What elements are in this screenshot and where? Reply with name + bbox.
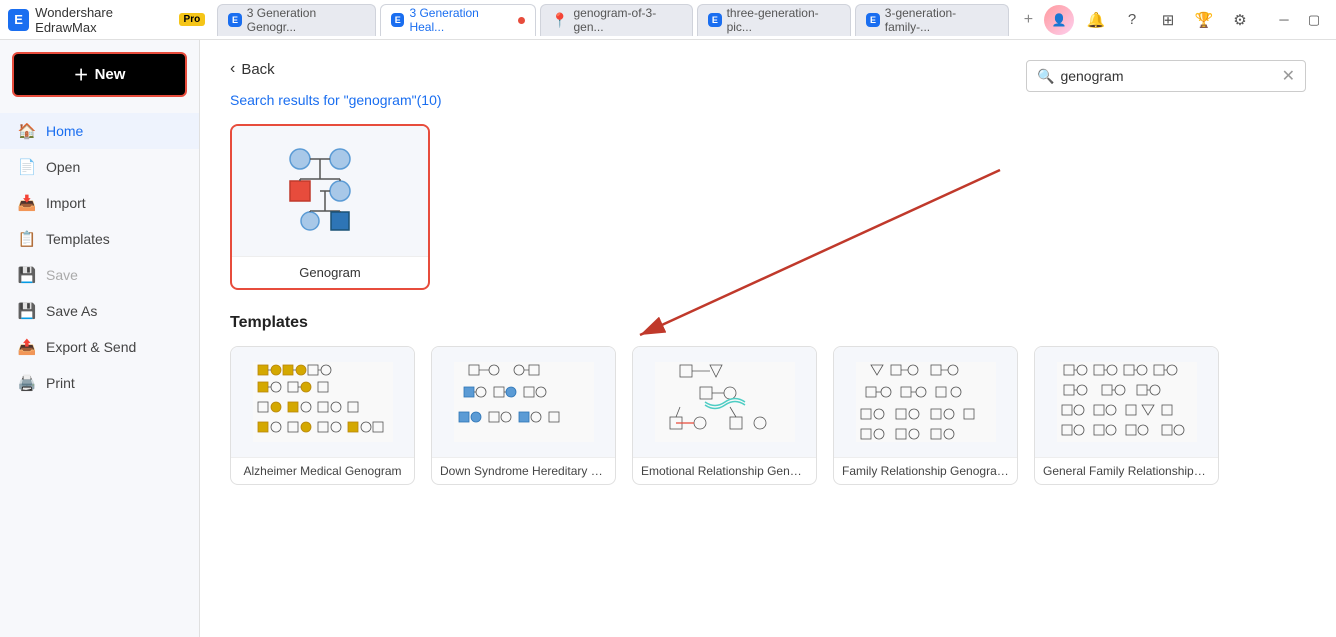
- genogram-preview: [232, 126, 428, 256]
- sidebar: ＋ New 🏠 Home 📄 Open 📥 Import 📋 Templates…: [0, 40, 200, 637]
- templates-section-title: Templates: [230, 314, 1306, 332]
- search-input[interactable]: [1060, 68, 1281, 84]
- family-rel-label: Family Relationship Genogram ...: [834, 457, 1017, 484]
- general-family-svg: [1052, 357, 1202, 447]
- sidebar-item-print-label: Print: [46, 375, 75, 391]
- down-syndrome-label: Down Syndrome Hereditary Me...: [432, 457, 615, 484]
- import-icon: 📥: [18, 194, 36, 212]
- sidebar-item-open-label: Open: [46, 159, 80, 175]
- template-card-alzheimer[interactable]: Alzheimer Medical Genogram: [230, 346, 415, 485]
- sidebar-item-templates[interactable]: 📋 Templates: [0, 221, 199, 257]
- tab-5-icon: E: [866, 13, 880, 27]
- genogram-svg: [270, 141, 390, 241]
- sidebar-item-home[interactable]: 🏠 Home: [0, 113, 199, 149]
- sidebar-item-open[interactable]: 📄 Open: [0, 149, 199, 185]
- print-icon: 🖨️: [18, 374, 36, 392]
- grid-icon[interactable]: ⊞: [1154, 6, 1182, 34]
- tab-2-dot: [518, 17, 525, 24]
- templates-icon: 📋: [18, 230, 36, 248]
- genogram-card-label: Genogram: [232, 256, 428, 288]
- alzheimer-label: Alzheimer Medical Genogram: [231, 457, 414, 484]
- back-arrow-icon: ‹: [230, 60, 235, 78]
- avatar[interactable]: 👤: [1044, 5, 1074, 35]
- app-logo: E Wondershare EdrawMax Pro: [8, 5, 205, 35]
- export-icon: 📤: [18, 338, 36, 356]
- clear-search-button[interactable]: ✕: [1282, 66, 1295, 86]
- sidebar-item-home-label: Home: [46, 123, 83, 139]
- general-family-preview: [1035, 347, 1218, 457]
- sidebar-item-saveas-label: Save As: [46, 303, 97, 319]
- tab-4[interactable]: E three-generation-pic...: [697, 4, 851, 36]
- new-label: New: [95, 66, 126, 83]
- sidebar-item-templates-label: Templates: [46, 231, 110, 247]
- pro-badge: Pro: [179, 13, 206, 26]
- trophy-icon[interactable]: 🏆: [1190, 6, 1218, 34]
- tab-5-label: 3-generation-family-...: [885, 6, 998, 34]
- titlebar: E Wondershare EdrawMax Pro E 3 Generatio…: [0, 0, 1336, 40]
- settings-icon[interactable]: ⚙: [1226, 6, 1254, 34]
- new-tab-button[interactable]: +: [1017, 8, 1040, 32]
- main-layout: ＋ New 🏠 Home 📄 Open 📥 Import 📋 Templates…: [0, 40, 1336, 637]
- template-card-family-rel[interactable]: Family Relationship Genogram ...: [833, 346, 1018, 485]
- emotional-svg: [650, 357, 800, 447]
- tab-2[interactable]: E 3 Generation Heal...: [380, 4, 536, 36]
- window-controls: ─ ▢: [1270, 6, 1328, 34]
- back-label: Back: [241, 61, 274, 78]
- titlebar-actions: 👤 🔔 ? ⊞ 🏆 ⚙ ─ ▢: [1044, 5, 1328, 35]
- tab-3[interactable]: 📍 genogram-of-3-gen...: [540, 4, 693, 36]
- down-syndrome-svg: [449, 357, 599, 447]
- genogram-card[interactable]: Genogram: [230, 124, 430, 290]
- tab-1[interactable]: E 3 Generation Genogr...: [217, 4, 376, 36]
- new-button[interactable]: ＋ New: [12, 52, 187, 97]
- open-icon: 📄: [18, 158, 36, 176]
- search-count: (10): [417, 92, 442, 108]
- tab-1-icon: E: [228, 13, 242, 27]
- sidebar-item-export-label: Export & Send: [46, 339, 136, 355]
- saveas-icon: 💾: [18, 302, 36, 320]
- template-card-general-family[interactable]: General Family Relationships Ge...: [1034, 346, 1219, 485]
- help-icon[interactable]: ?: [1118, 6, 1146, 34]
- search-results-prefix: Search results for: [230, 92, 344, 108]
- family-rel-svg: [851, 357, 1001, 447]
- tab-5[interactable]: E 3-generation-family-...: [855, 4, 1009, 36]
- tab-2-icon: E: [391, 13, 405, 27]
- sidebar-item-saveas[interactable]: 💾 Save As: [0, 293, 199, 329]
- alzheimer-preview: [231, 347, 414, 457]
- sidebar-item-import[interactable]: 📥 Import: [0, 185, 199, 221]
- tab-4-label: three-generation-pic...: [727, 6, 841, 34]
- sidebar-item-save: 💾 Save: [0, 257, 199, 293]
- search-term: "genogram": [344, 92, 417, 108]
- top-results-grid: Genogram: [230, 124, 1306, 290]
- sidebar-item-print[interactable]: 🖨️ Print: [0, 365, 199, 401]
- app-icon: E: [8, 9, 29, 31]
- tab-3-label: genogram-of-3-gen...: [574, 6, 683, 34]
- template-grid: Alzheimer Medical Genogram: [230, 346, 1306, 485]
- minimize-button[interactable]: ─: [1270, 6, 1298, 34]
- family-rel-preview: [834, 347, 1017, 457]
- sidebar-item-save-label: Save: [46, 267, 78, 283]
- save-icon: 💾: [18, 266, 36, 284]
- tab-2-label: 3 Generation Heal...: [409, 6, 513, 34]
- home-icon: 🏠: [18, 122, 36, 140]
- sidebar-item-import-label: Import: [46, 195, 86, 211]
- tab-4-icon: E: [708, 13, 722, 27]
- general-family-label: General Family Relationships Ge...: [1035, 457, 1218, 484]
- search-bar: 🔍 ✕: [1026, 60, 1306, 92]
- sidebar-item-export[interactable]: 📤 Export & Send: [0, 329, 199, 365]
- tab-3-location-icon: 📍: [551, 12, 568, 29]
- emotional-label: Emotional Relationship Genogram: [633, 457, 816, 484]
- content-area: ‹ Back 🔍 ✕ Search results for "genogram"…: [200, 40, 1336, 637]
- down-syndrome-preview: [432, 347, 615, 457]
- search-results-label: Search results for "genogram"(10): [230, 92, 1306, 108]
- alzheimer-svg: [248, 357, 398, 447]
- app-name: Wondershare EdrawMax: [35, 5, 172, 35]
- search-icon: 🔍: [1037, 68, 1054, 85]
- notification-icon[interactable]: 🔔: [1082, 6, 1110, 34]
- template-card-down-syndrome[interactable]: Down Syndrome Hereditary Me...: [431, 346, 616, 485]
- new-plus-icon: ＋: [74, 64, 89, 85]
- emotional-preview: [633, 347, 816, 457]
- template-card-emotional[interactable]: Emotional Relationship Genogram: [632, 346, 817, 485]
- tab-1-label: 3 Generation Genogr...: [247, 6, 365, 34]
- maximize-button[interactable]: ▢: [1300, 6, 1328, 34]
